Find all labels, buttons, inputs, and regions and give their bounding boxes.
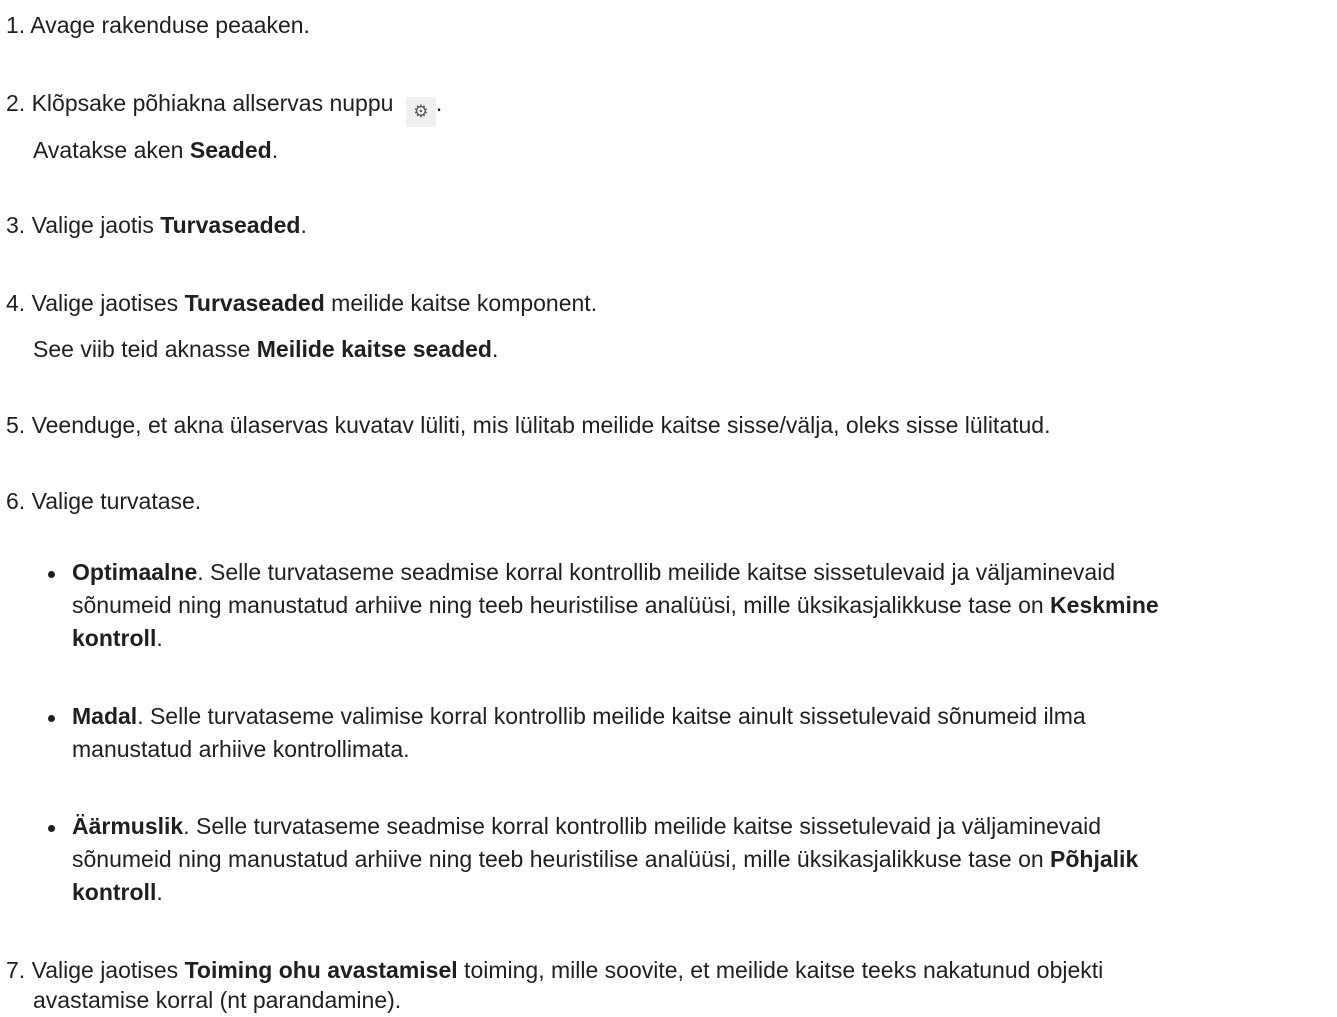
security-settings-name: Turvaseaded [160,212,301,238]
step-4-result: See viib teid aknasse Meilide kaitse sea… [33,336,499,362]
settings-window-name: Seaded [189,137,272,163]
threat-action-section-name: Toiming ohu avastamisel [184,957,458,983]
step-1: 1. Avage rakenduse peaaken. [6,9,1337,42]
step-4: 4. Valige jaotises Turvaseaded meilide k… [6,290,598,316]
instructions-page: 1. Avage rakenduse peaaken. 2. Klõpsake … [0,0,1337,1017]
bullet-dot [48,571,55,578]
level-name: Äärmuslik [72,813,184,839]
step-2-result: Avatakse aken Seaded. [33,137,279,163]
level-optimal: Optimaalne. Selle turvataseme seadmise k… [48,556,1337,655]
level-name: Madal [72,703,138,729]
bullet-dot [48,825,55,832]
step-7-line-2: avastamise korral (nt parandamine). [33,987,402,1013]
step-5: 5. Veenduge, et akna ülaservas kuvatav l… [6,412,1051,438]
bullet-dot [48,715,55,722]
step-2-end: . [435,90,443,116]
security-settings-name: Turvaseaded [184,290,325,316]
step-1-text: 1. Avage rakenduse peaaken. [6,12,310,38]
step-2: 2. Klõpsake põhiakna allservas nuppu ⚙. [6,87,1337,127]
step-2-text: 2. Klõpsake põhiakna allservas nuppu [6,90,400,116]
level-low: Madal. Selle turvataseme valimise korral… [48,700,1337,766]
gear-icon: ⚙ [405,97,436,127]
level-extreme: Äärmuslik. Selle turvataseme seadmise ko… [48,810,1337,909]
level-name: Optimaalne [72,559,198,585]
mail-protection-settings-name: Meilide kaitse seaded [256,336,492,362]
step-3: 3. Valige jaotis Turvaseaded. [6,212,307,238]
step-7: 7. Valige jaotises Toiming ohu avastamis… [6,957,1104,983]
step-6: 6. Valige turvatase. [6,488,202,514]
